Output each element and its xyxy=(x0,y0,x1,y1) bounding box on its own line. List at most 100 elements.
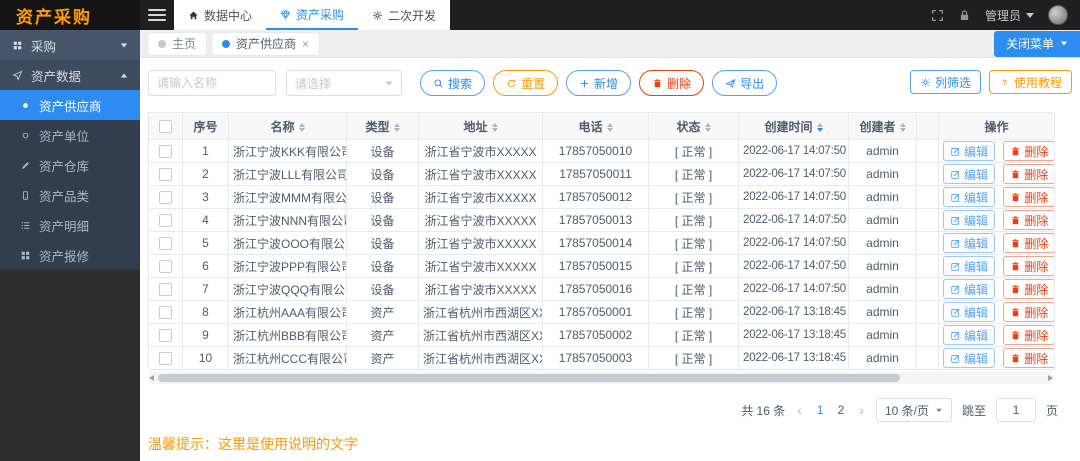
tab-home[interactable]: 主页 xyxy=(148,32,207,55)
avatar[interactable] xyxy=(1048,5,1068,25)
sidebar-item-asset-category[interactable]: 资产品类 xyxy=(0,180,140,210)
column-filter-button[interactable]: 列筛选 xyxy=(909,70,981,94)
sidebar-item-procurement[interactable]: 采购 xyxy=(0,30,140,60)
select-all-checkbox[interactable] xyxy=(159,120,172,134)
cell-index: 6 xyxy=(182,254,229,278)
export-button[interactable]: 导出 xyxy=(712,70,778,96)
row-checkbox[interactable] xyxy=(159,237,172,251)
sort-icon[interactable] xyxy=(298,122,305,132)
row-checkbox[interactable] xyxy=(159,191,172,205)
row-checkbox[interactable] xyxy=(159,168,172,182)
type-select[interactable]: 请选择 xyxy=(286,70,402,96)
cell-index: 4 xyxy=(182,208,229,232)
sidebar-item-asset-warehouse[interactable]: 资产仓库 xyxy=(0,150,140,180)
jump-page-input[interactable] xyxy=(995,398,1036,422)
delete-button[interactable]: 删除 xyxy=(1003,164,1054,184)
trash-icon xyxy=(1012,146,1020,155)
reset-button[interactable]: 重置 xyxy=(493,70,559,96)
row-checkbox[interactable] xyxy=(159,283,172,297)
close-menu-button[interactable]: 关闭菜单 xyxy=(993,30,1080,57)
topbar-right: 管理员 xyxy=(931,0,1080,30)
delete-button[interactable]: 删除 xyxy=(1003,256,1054,276)
edit-button[interactable]: 编辑 xyxy=(943,210,996,230)
delete-button[interactable]: 删除 xyxy=(1003,210,1054,230)
mobile-icon xyxy=(22,190,29,200)
tutorial-button[interactable]: ? 使用教程 xyxy=(988,70,1072,94)
sort-icon[interactable] xyxy=(491,122,498,132)
add-button[interactable]: 新增 xyxy=(566,70,632,96)
delete-button[interactable]: 删除 xyxy=(639,70,705,96)
edit-button[interactable]: 编辑 xyxy=(943,279,996,299)
sidebar-item-asset-detail[interactable]: 资产明细 xyxy=(0,210,140,240)
delete-button[interactable]: 删除 xyxy=(1003,348,1054,368)
delete-button[interactable]: 删除 xyxy=(1003,279,1054,299)
cell-creator: admin xyxy=(848,323,917,347)
name-search-input[interactable] xyxy=(148,70,276,96)
select-placeholder: 请选择 xyxy=(295,76,332,91)
page-number-1[interactable]: 1 xyxy=(814,403,827,417)
sidebar-item-asset-repair[interactable]: 资产报修 xyxy=(0,240,140,270)
edit-button[interactable]: 编辑 xyxy=(943,233,996,253)
page-number-2[interactable]: 2 xyxy=(835,403,848,417)
delete-button[interactable]: 删除 xyxy=(1003,233,1054,253)
sort-icon[interactable] xyxy=(393,122,400,132)
col-header-type[interactable]: 类型 xyxy=(346,112,419,140)
nav-item-data-center[interactable]: 数据中心 xyxy=(174,0,266,30)
plane-icon xyxy=(12,70,23,81)
scrollbar-thumb[interactable] xyxy=(158,374,900,382)
edit-button[interactable]: 编辑 xyxy=(943,348,996,368)
button-label: 搜索 xyxy=(448,76,473,91)
row-checkbox[interactable] xyxy=(159,214,172,228)
fullscreen-icon[interactable] xyxy=(931,9,944,22)
next-page-button[interactable]: › xyxy=(857,402,866,418)
supplier-table: 序号 名称 类型 地址 电话 状态 创建时间 创建者 操作 1 浙江宁波KKK有限公司 设备 浙… xyxy=(148,112,1072,384)
page-size-select[interactable]: 10 条/页 xyxy=(875,398,952,422)
col-header-address[interactable]: 地址 xyxy=(418,112,543,140)
sort-icon[interactable] xyxy=(606,122,613,132)
col-header-created-time[interactable]: 创建时间 xyxy=(738,112,849,140)
cell-creator: admin xyxy=(848,208,917,232)
scroll-right-icon[interactable] xyxy=(1048,374,1053,381)
sidebar-item-asset-data[interactable]: 资产数据 xyxy=(0,60,140,90)
edit-button[interactable]: 编辑 xyxy=(943,164,996,184)
delete-label: 删除 xyxy=(1024,213,1049,228)
hamburger-menu-icon[interactable] xyxy=(140,0,174,30)
edit-button[interactable]: 编辑 xyxy=(943,325,996,345)
col-header-status[interactable]: 状态 xyxy=(648,112,739,140)
sort-icon[interactable] xyxy=(816,122,823,132)
delete-button[interactable]: 删除 xyxy=(1003,141,1054,161)
delete-button[interactable]: 删除 xyxy=(1003,187,1054,207)
prev-page-button[interactable]: ‹ xyxy=(795,402,804,418)
row-checkbox[interactable] xyxy=(159,329,172,343)
user-menu[interactable]: 管理员 xyxy=(985,7,1034,24)
edit-button[interactable]: 编辑 xyxy=(943,141,996,161)
nav-item-asset-procurement[interactable]: 资产采购 xyxy=(266,0,359,30)
delete-button[interactable]: 删除 xyxy=(1003,325,1054,345)
col-header-gutter xyxy=(916,112,939,140)
delete-button[interactable]: 删除 xyxy=(1003,302,1054,322)
col-header-creator[interactable]: 创建者 xyxy=(848,112,917,140)
cell-type: 资产 xyxy=(346,346,419,370)
edit-button[interactable]: 编辑 xyxy=(943,302,996,322)
scroll-left-icon[interactable] xyxy=(149,374,154,381)
cell-gutter xyxy=(916,139,939,163)
tab-asset-supplier[interactable]: 资产供应商 × xyxy=(212,32,320,55)
row-checkbox[interactable] xyxy=(159,145,172,159)
cell-operations: 编辑 删除 xyxy=(938,323,1055,347)
sidebar-item-asset-supplier[interactable]: 资产供应商 xyxy=(0,90,140,120)
sidebar-item-asset-unit[interactable]: 资产单位 xyxy=(0,120,140,150)
col-header-phone[interactable]: 电话 xyxy=(542,112,649,140)
col-header-name[interactable]: 名称 xyxy=(228,112,347,140)
lock-icon[interactable] xyxy=(958,9,971,22)
sort-icon[interactable] xyxy=(704,122,711,132)
nav-item-secondary-dev[interactable]: 二次开发 xyxy=(358,0,450,30)
close-icon[interactable]: × xyxy=(302,38,309,50)
search-button[interactable]: 搜索 xyxy=(420,70,486,96)
horizontal-scrollbar[interactable] xyxy=(148,372,1054,384)
row-checkbox[interactable] xyxy=(159,306,172,320)
edit-button[interactable]: 编辑 xyxy=(943,256,996,276)
row-checkbox[interactable] xyxy=(159,352,172,366)
row-checkbox[interactable] xyxy=(159,260,172,274)
edit-button[interactable]: 编辑 xyxy=(943,187,996,207)
sort-icon[interactable] xyxy=(899,122,906,132)
